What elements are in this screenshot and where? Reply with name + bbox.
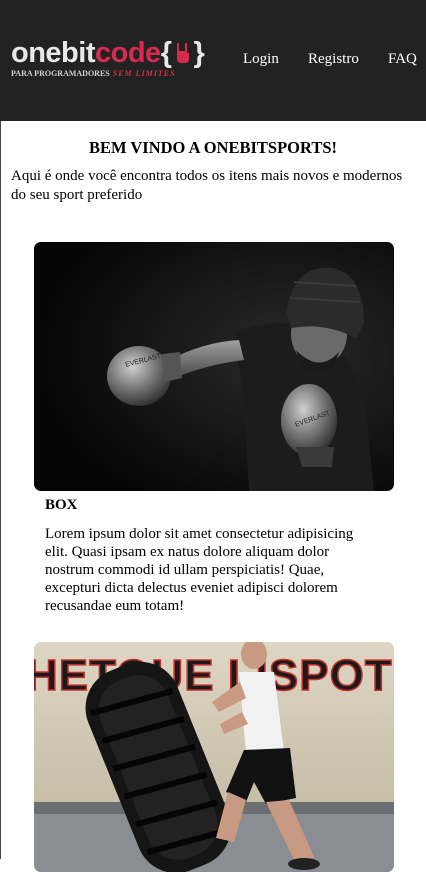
tagline-primary: PARA PROGRAMADORES <box>11 69 110 78</box>
navbar: onebitcode{ } PARA PROGRAMADORES SEM LIMI… <box>0 0 426 121</box>
rock-hand-icon <box>177 43 190 63</box>
logo-brace-close: } <box>193 37 205 69</box>
crossfit-card-image: HETOUE LISPOT <box>34 642 394 872</box>
logo-brace-open: { <box>160 37 172 69</box>
boxer-photo: EVERLAST EVERLAST <box>34 242 394 491</box>
nav-faq-link[interactable]: FAQ <box>388 51 417 68</box>
wall-graffiti-text: HETOUE LISPOT <box>34 651 393 700</box>
nav-login-link[interactable]: Login <box>243 51 279 68</box>
welcome-title: BEM VINDO A ONEBITSPORTS! <box>88 138 338 157</box>
box-card-text: Lorem ipsum dolor sit amet consectetur a… <box>45 526 354 614</box>
tire-flip-photo: HETOUE LISPOT <box>34 642 394 872</box>
welcome-text: Aqui é onde você encontra todos os itens… <box>11 168 403 203</box>
box-card-title: BOX <box>45 497 78 513</box>
logo-text-accent: code <box>95 37 161 69</box>
tagline-accent: SEM LIMITES <box>112 69 176 78</box>
box-card-image: EVERLAST EVERLAST <box>34 242 394 491</box>
page-left-border <box>0 121 1 859</box>
logo-text-primary: onebit <box>11 37 96 69</box>
logo-wordmark: onebitcode{ } <box>11 37 205 69</box>
brand-logo[interactable]: onebitcode{ } PARA PROGRAMADORES SEM LIMI… <box>11 37 205 78</box>
logo-tagline: PARA PROGRAMADORES SEM LIMITES <box>11 69 204 78</box>
nav-registro-link[interactable]: Registro <box>308 51 359 68</box>
